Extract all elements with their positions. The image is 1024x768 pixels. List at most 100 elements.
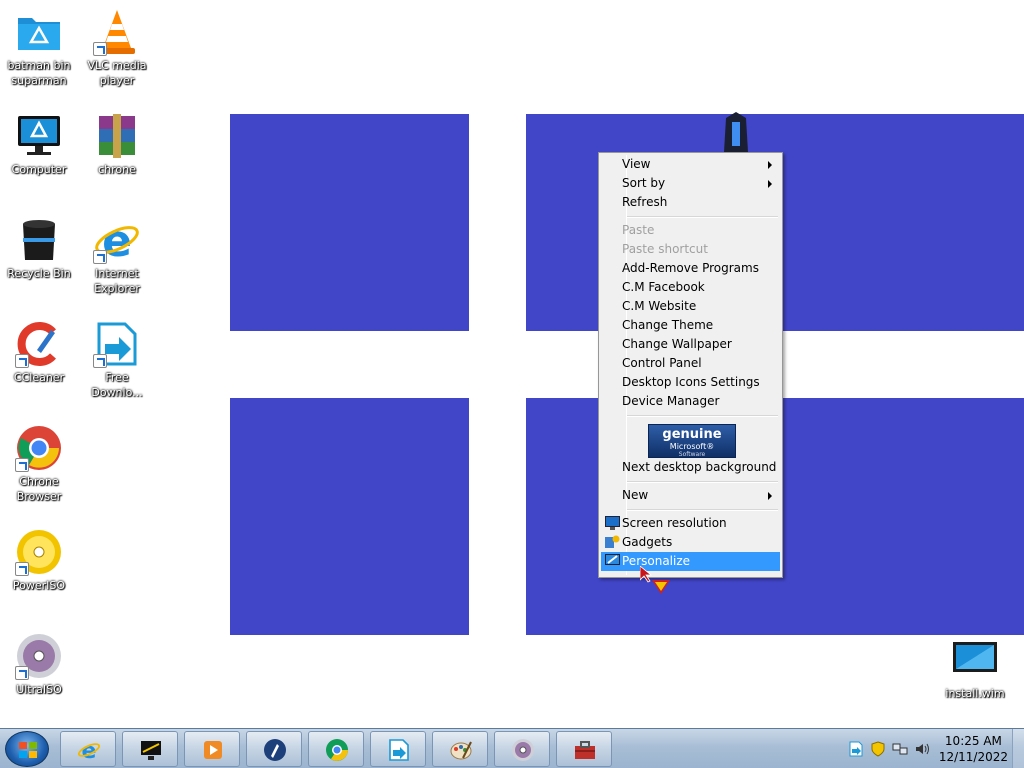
desktop-icon-free-download[interactable]: Free Downlo...: [78, 320, 156, 400]
taskbar-app-toolbox[interactable]: [556, 731, 612, 767]
menu-item-change-theme[interactable]: Change Theme: [601, 316, 780, 335]
start-button[interactable]: [5, 731, 49, 767]
menu-item-label: C.M Facebook: [622, 280, 705, 294]
menu-item-label: Change Wallpaper: [622, 337, 732, 351]
menu-item-gadgets[interactable]: Gadgets: [601, 533, 780, 552]
menu-item-next-desktop-background[interactable]: Next desktop background: [601, 458, 780, 477]
internet-explorer-icon: e: [77, 739, 101, 762]
menu-item-label: Add-Remove Programs: [622, 261, 759, 275]
security-shield-icon[interactable]: [870, 741, 886, 757]
menu-item-new[interactable]: New: [601, 486, 780, 505]
free-download-manager-tray-icon[interactable]: [848, 741, 864, 757]
wallpaper-tile-bottom-left: [230, 398, 469, 635]
svg-text:e: e: [82, 739, 97, 762]
wallpaper-tile-top-left: [230, 114, 469, 331]
ultraiso-icon: [15, 632, 63, 680]
submenu-arrow-icon: [768, 492, 772, 500]
menu-separator: [601, 477, 780, 486]
poweriso-icon: [15, 528, 63, 576]
menu-item-label: Refresh: [622, 195, 668, 209]
taskbar-app-cm[interactable]: [122, 731, 178, 767]
show-desktop-button[interactable]: [1012, 729, 1024, 768]
menu-item-paste-shortcut[interactable]: Paste shortcut: [601, 240, 780, 259]
taskbar: e 10:25 AM 12/11/2022: [0, 728, 1024, 768]
taskbar-app-paint[interactable]: [432, 731, 488, 767]
clock-date: 12/11/2022: [938, 750, 1008, 764]
menu-item-control-panel[interactable]: Control Panel: [601, 354, 780, 373]
menu-item-label: Gadgets: [622, 535, 673, 549]
desktop-icon-ccleaner[interactable]: CCleaner: [0, 320, 78, 385]
menu-item-cm-website[interactable]: C.M Website: [601, 297, 780, 316]
submenu-arrow-icon: [768, 161, 772, 169]
desktop-icon-chrone[interactable]: chrone: [78, 112, 156, 177]
desktop-icon-recycle-bin[interactable]: Recycle Bin: [0, 216, 78, 281]
menu-item-change-wallpaper[interactable]: Change Wallpaper: [601, 335, 780, 354]
chrome-icon: [326, 739, 348, 761]
winrar-icon: [93, 112, 141, 160]
menu-item-sort-by[interactable]: Sort by: [601, 174, 780, 193]
menu-item-label: Desktop Icons Settings: [622, 375, 760, 389]
desktop-icon-ultraiso[interactable]: UltraISO: [0, 632, 78, 697]
menu-item-refresh[interactable]: Refresh: [601, 193, 780, 212]
menu-item-label: New: [622, 488, 649, 502]
free-download-manager-icon: [389, 739, 409, 761]
free-download-manager-icon: [93, 320, 141, 368]
rocket-icon: [264, 739, 286, 761]
windows-logo-icon: [19, 742, 37, 758]
taskbar-app-dvd[interactable]: [494, 731, 550, 767]
menu-item-paste[interactable]: Paste: [601, 221, 780, 240]
wallpaper-figure: [720, 112, 752, 156]
genuine-microsoft-banner: genuine Microsoft® Software: [601, 420, 780, 458]
desktop-icon-poweriso[interactable]: PowerISO: [0, 528, 78, 593]
desktop-icon-batman-bin[interactable]: batman bin suparman: [0, 8, 78, 88]
submenu-arrow-icon: [768, 180, 772, 188]
recycle-bin-icon: [15, 216, 63, 264]
gadgets-icon: [605, 535, 620, 549]
menu-item-label: Device Manager: [622, 394, 720, 408]
toolbox-icon: [575, 741, 595, 759]
menu-item-desktop-icons-settings[interactable]: Desktop Icons Settings: [601, 373, 780, 392]
desktop-icon-install-wim[interactable]: install.wim: [936, 636, 1014, 701]
menu-item-label: Next desktop background: [622, 460, 777, 474]
personalize-icon: [605, 554, 620, 568]
monitor-icon: [605, 516, 620, 530]
shortcut-arrow-icon: [15, 562, 29, 576]
folder-icon: [15, 8, 63, 56]
desktop-icon-label: VLC media player: [87, 59, 147, 87]
menu-item-screen-resolution[interactable]: Screen resolution: [601, 514, 780, 533]
taskbar-app-rocket[interactable]: [246, 731, 302, 767]
desktop-icon-vlc[interactable]: VLC media player: [78, 8, 156, 88]
menu-item-add-remove-programs[interactable]: Add-Remove Programs: [601, 259, 780, 278]
taskbar-app-free-download-manager[interactable]: [370, 731, 426, 767]
cm-app-icon: [141, 741, 161, 760]
menu-item-label: View: [622, 157, 651, 171]
menu-separator: [601, 505, 780, 514]
desktop-icon-internet-explorer[interactable]: e Internet Explorer: [78, 216, 156, 296]
network-icon[interactable]: [892, 741, 908, 757]
desktop-icon-label: install.wim: [945, 687, 1005, 700]
taskbar-clock[interactable]: 10:25 AM 12/11/2022: [939, 733, 1008, 765]
taskbar-app-chrome[interactable]: [308, 731, 364, 767]
chrome-icon: [15, 424, 63, 472]
menu-item-cm-facebook[interactable]: C.M Facebook: [601, 278, 780, 297]
menu-item-device-manager[interactable]: Device Manager: [601, 392, 780, 411]
disk-image-file-icon: [951, 636, 999, 684]
menu-item-personalize[interactable]: Personalize: [601, 552, 780, 571]
menu-item-label: Screen resolution: [622, 516, 727, 530]
desktop-icon-chrone-browser[interactable]: Chrone Browser: [0, 424, 78, 504]
desktop-icon-label: batman bin suparman: [7, 59, 71, 87]
desktop-icon-label: Chrone Browser: [16, 475, 62, 503]
volume-icon[interactable]: [914, 741, 930, 757]
taskbar-app-internet-explorer[interactable]: e: [60, 731, 116, 767]
genuine-logo-sub: Software: [678, 451, 706, 458]
genuine-logo-brand: Microsoft®: [669, 442, 715, 451]
vlc-icon: [93, 8, 141, 56]
computer-icon: [15, 112, 63, 160]
menu-item-view[interactable]: View: [601, 155, 780, 174]
desktop-icon-label: chrone: [98, 163, 136, 176]
desktop-icon-computer[interactable]: Computer: [0, 112, 78, 177]
desktop-icon-label: PowerISO: [12, 579, 66, 592]
shortcut-arrow-icon: [93, 42, 107, 56]
genuine-microsoft-logo: genuine Microsoft® Software: [648, 424, 736, 458]
taskbar-app-media-player[interactable]: [184, 731, 240, 767]
